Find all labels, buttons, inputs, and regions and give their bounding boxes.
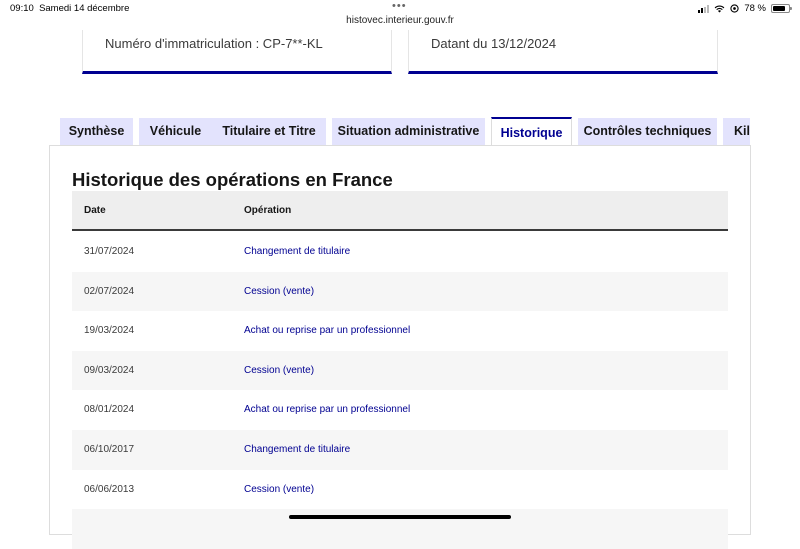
- row-date: 31/07/2024: [84, 246, 135, 257]
- home-indicator[interactable]: [289, 515, 511, 519]
- table-row: 31/07/2024 Changement de titulaire: [72, 232, 728, 272]
- row-operation-link[interactable]: Achat ou reprise par un professionnel: [244, 325, 410, 336]
- tab-titulaire-et-titre[interactable]: Titulaire et Titre: [212, 118, 326, 145]
- column-header-date: Date: [84, 205, 106, 216]
- table-header: Date Opération: [72, 191, 728, 231]
- report-date-card: Datant du 13/12/2024: [408, 30, 718, 74]
- row-date: 08/01/2024: [84, 404, 135, 416]
- row-date: 19/03/2024: [84, 325, 135, 337]
- battery-icon: [771, 4, 792, 13]
- tab-list: Synthèse Véhicule Titulaire et Titre Sit…: [60, 117, 750, 145]
- status-time-date: 09:10 Samedi 14 décembre: [10, 3, 130, 14]
- tab-synthese[interactable]: Synthèse: [60, 118, 133, 145]
- table-row: 08/01/2024 Achat ou reprise par un profe…: [72, 390, 728, 430]
- status-icons: 78 %: [698, 3, 792, 14]
- row-operation-link[interactable]: Cession (vente): [244, 484, 314, 495]
- report-date: Datant du 13/12/2024: [431, 36, 557, 51]
- wifi-icon: [714, 5, 725, 13]
- row-date: 02/07/2024: [84, 285, 135, 297]
- row-operation-link[interactable]: Cession (vente): [244, 365, 314, 376]
- tab-situation-administrative[interactable]: Situation administrative: [332, 118, 485, 145]
- tab-historique[interactable]: Historique: [491, 117, 572, 145]
- table-row: 06/10/2017 Changement de titulaire: [72, 430, 728, 470]
- row-date: 06/10/2017: [84, 444, 135, 455]
- row-date: 06/06/2013: [84, 483, 135, 495]
- table-row: 09/03/2024 Cession (vente): [72, 350, 728, 391]
- tab-controles-techniques[interactable]: Contrôles techniques: [578, 118, 717, 145]
- tab-vehicule[interactable]: Véhicule: [139, 118, 212, 145]
- address-bar-url[interactable]: histovec.interieur.gouv.fr: [0, 15, 800, 26]
- row-operation-link[interactable]: Changement de titulaire: [244, 444, 350, 455]
- table-row: 06/06/2013 Cession (vente): [72, 470, 728, 510]
- location-lock-icon: [730, 4, 739, 13]
- row-date: 09/03/2024: [84, 364, 135, 376]
- row-operation-link[interactable]: Changement de titulaire: [244, 246, 350, 257]
- multitasking-dots[interactable]: •••: [392, 0, 407, 12]
- column-header-operation: Opération: [244, 205, 292, 216]
- status-bar: 09:10 Samedi 14 décembre ••• histovec.in…: [0, 0, 800, 30]
- row-operation-link[interactable]: Cession (vente): [244, 286, 314, 297]
- registration-number: Numéro d'immatriculation : CP-7**-KL: [105, 36, 323, 51]
- battery-percent: 78 %: [744, 3, 766, 14]
- tab-kilometrage[interactable]: Kilométrage: [723, 118, 750, 145]
- section-title: Historique des opérations en France: [72, 169, 393, 190]
- row-operation-link[interactable]: Achat ou reprise par un professionnel: [244, 404, 410, 415]
- cellular-signal-icon: [698, 4, 710, 13]
- table-row: 02/07/2024 Cession (vente): [72, 271, 728, 312]
- table-row: 19/03/2024 Achat ou reprise par un profe…: [72, 311, 728, 351]
- registration-card: Numéro d'immatriculation : CP-7**-KL: [82, 30, 392, 74]
